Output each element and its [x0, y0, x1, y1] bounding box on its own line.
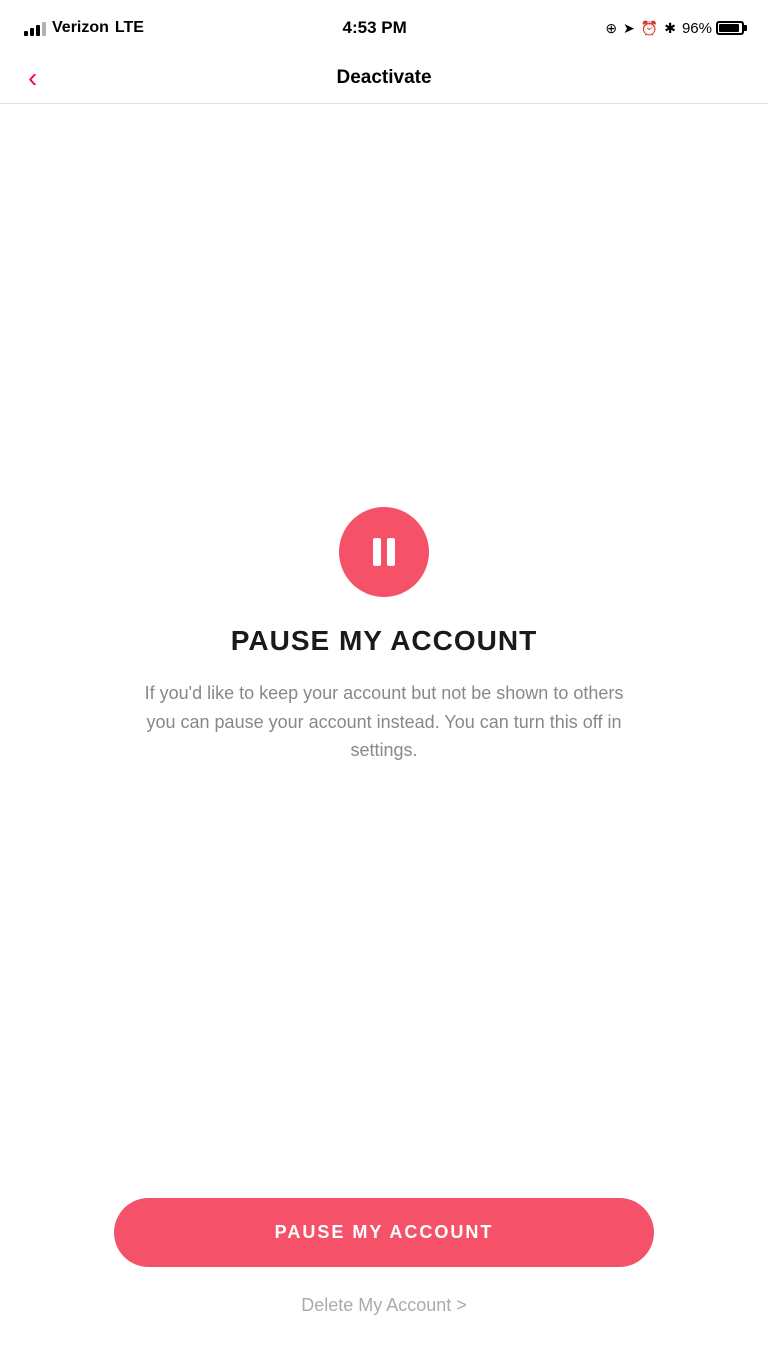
bottom-section: PAUSE MY ACCOUNT Delete My Account >	[0, 1168, 768, 1366]
battery-icon	[716, 21, 744, 35]
location-icon: ➤	[623, 20, 635, 37]
pause-icon-container	[339, 507, 429, 597]
network-type-label: LTE	[115, 19, 144, 37]
carrier-label: Verizon	[52, 19, 109, 37]
back-button[interactable]: ‹	[20, 60, 45, 96]
main-content: PAUSE MY ACCOUNT If you'd like to keep y…	[0, 104, 768, 1168]
delete-account-button[interactable]: Delete My Account >	[301, 1295, 467, 1316]
lock-icon: ⊕	[605, 20, 617, 37]
battery-percent: 96%	[682, 20, 712, 37]
alarm-icon: ⏰	[641, 20, 658, 37]
pause-heading: PAUSE MY ACCOUNT	[231, 625, 537, 657]
status-bar: Verizon LTE 4:53 PM ⊕ ➤ ⏰ ✱ 96%	[0, 0, 768, 52]
back-chevron-icon: ‹	[28, 64, 37, 92]
status-right: ⊕ ➤ ⏰ ✱ 96%	[605, 20, 744, 37]
status-left: Verizon LTE	[24, 19, 144, 37]
status-time: 4:53 PM	[343, 18, 407, 38]
page-title: Deactivate	[336, 67, 431, 89]
bluetooth-icon: ✱	[664, 20, 676, 37]
battery-container: 96%	[682, 20, 744, 37]
pause-icon	[373, 538, 395, 566]
pause-description: If you'd like to keep your account but n…	[144, 679, 624, 765]
signal-icon	[24, 20, 46, 36]
nav-header: ‹ Deactivate	[0, 52, 768, 104]
pause-account-button[interactable]: PAUSE MY ACCOUNT	[114, 1198, 654, 1267]
